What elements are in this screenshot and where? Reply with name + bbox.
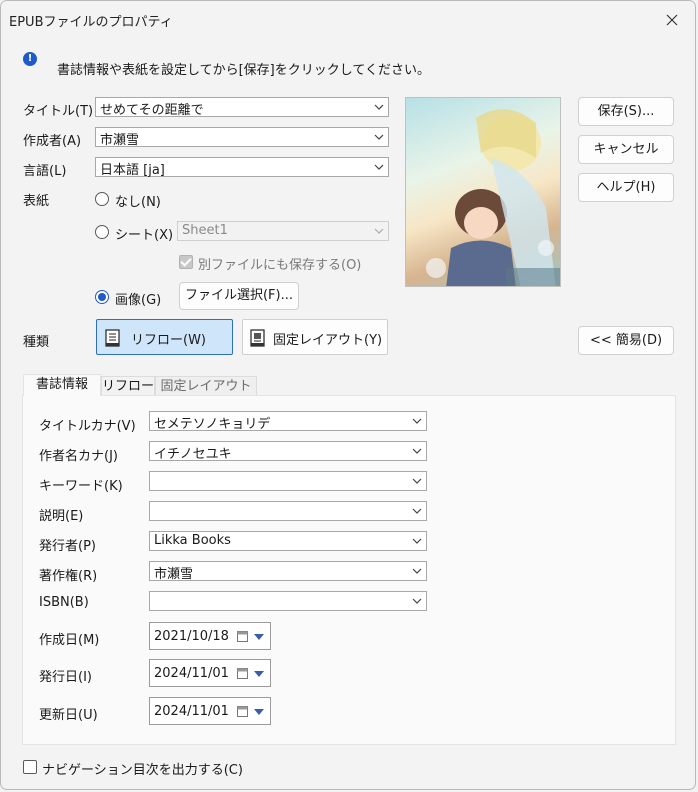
- updated-date-label: 更新日(U): [39, 708, 98, 723]
- save-separate-label: 別ファイルにも保存する(O): [198, 258, 362, 273]
- publisher-combobox[interactable]: Likka Books: [149, 531, 427, 551]
- info-message: 書誌情報や表紙を設定してから[保存]をクリックしてください。: [57, 63, 430, 78]
- chevron-down-icon: [374, 164, 384, 170]
- fixed-layout-book-icon: [250, 329, 265, 347]
- language-label: 言語(L): [23, 164, 67, 179]
- chevron-down-icon: [412, 568, 422, 574]
- title-bar: EPUBファイルのプロパティ: [1, 1, 695, 39]
- cover-illustration: [426, 109, 560, 286]
- cover-preview-image: [405, 97, 561, 287]
- title-kana-label: タイトルカナ(V): [39, 419, 136, 434]
- chevron-down-icon: [254, 671, 264, 677]
- save-separate-checkbox[interactable]: [179, 255, 193, 269]
- description-label: 説明(E): [39, 509, 84, 524]
- properties-dialog: EPUBファイルのプロパティ ! 書誌情報や表紙を設定してから[保存]をクリック…: [0, 0, 696, 790]
- chevron-down-icon: [374, 134, 384, 140]
- reflow-label: リフロー(W): [131, 333, 206, 348]
- title-label: タイトル(T): [23, 104, 94, 119]
- close-button[interactable]: [649, 1, 695, 39]
- calendar-icon: [237, 668, 248, 679]
- publisher-value: Likka Books: [154, 533, 231, 548]
- author-combobox[interactable]: 市瀬雪: [95, 127, 389, 148]
- fixed-layout-toggle[interactable]: 固定レイアウト(Y): [242, 319, 388, 355]
- copyright-value: 市瀬雪: [154, 567, 194, 582]
- nav-toc-label[interactable]: ナビゲーション目次を出力する(C): [42, 759, 243, 778]
- created-date-label: 作成日(M): [39, 633, 100, 648]
- title-kana-combobox[interactable]: セメテソノキョリデ: [149, 411, 427, 432]
- cover-image-label[interactable]: 画像(G): [115, 289, 161, 308]
- chevron-down-icon: [412, 508, 422, 514]
- window-title: EPUBファイルのプロパティ: [9, 15, 173, 30]
- updated-date-value: 2024/11/01: [154, 704, 229, 719]
- keyword-combobox[interactable]: [149, 471, 427, 491]
- publisher-label: 発行者(P): [39, 539, 96, 554]
- keyword-label: キーワード(K): [39, 479, 123, 494]
- select-file-button[interactable]: ファイル選択(F)...: [179, 282, 299, 310]
- kind-label: 種類: [23, 335, 50, 350]
- published-date-value: 2024/11/01: [154, 666, 229, 681]
- cover-image-radio[interactable]: [95, 290, 109, 304]
- author-label: 作成者(A): [23, 134, 82, 149]
- author-kana-value: イチノセユキ: [154, 447, 232, 462]
- copyright-label: 著作権(R): [39, 569, 98, 584]
- cover-none-radio[interactable]: [95, 192, 109, 206]
- language-combobox[interactable]: 日本語 [ja]: [95, 157, 389, 178]
- reflow-book-icon: [105, 329, 120, 347]
- created-date-value: 2021/10/18: [154, 629, 229, 644]
- published-date-label: 発行日(I): [39, 670, 92, 685]
- cancel-button[interactable]: キャンセル: [578, 135, 674, 164]
- chevron-down-icon: [374, 228, 384, 234]
- simple-mode-button[interactable]: << 簡易(D): [578, 326, 674, 355]
- cover-sheet-radio[interactable]: [95, 225, 109, 239]
- author-kana-combobox[interactable]: イチノセユキ: [149, 441, 427, 462]
- chevron-down-icon: [412, 598, 422, 604]
- isbn-label: ISBN(B): [39, 595, 89, 610]
- calendar-icon: [237, 706, 248, 717]
- author-kana-label: 作者名カナ(J): [39, 449, 118, 464]
- copyright-combobox[interactable]: 市瀬雪: [149, 561, 427, 582]
- chevron-down-icon: [412, 538, 422, 544]
- description-combobox[interactable]: [149, 501, 427, 521]
- reflow-toggle[interactable]: リフロー(W): [96, 319, 233, 355]
- title-combobox[interactable]: せめてその距離で: [95, 97, 389, 118]
- title-value: せめてその距離で: [100, 103, 204, 118]
- nav-toc-checkbox[interactable]: [23, 760, 37, 774]
- tab-biblio[interactable]: 書誌情報: [23, 374, 101, 396]
- calendar-icon: [237, 631, 248, 642]
- chevron-down-icon: [254, 709, 264, 715]
- chevron-down-icon: [412, 478, 422, 484]
- isbn-combobox[interactable]: [149, 591, 427, 611]
- tab-reflow[interactable]: リフロー: [101, 376, 155, 396]
- cover-sheet-label[interactable]: シート(X): [115, 224, 173, 243]
- chevron-down-icon: [412, 448, 422, 454]
- cover-label: 表紙: [23, 194, 50, 209]
- chevron-down-icon: [412, 418, 422, 424]
- language-value: 日本語 [ja]: [100, 163, 165, 178]
- cover-none-label[interactable]: なし(N): [115, 191, 161, 210]
- chevron-down-icon: [254, 634, 264, 640]
- tab-fixed-layout[interactable]: 固定レイアウト: [155, 376, 257, 396]
- updated-date-picker[interactable]: 2024/11/01: [149, 697, 271, 725]
- info-icon: !: [23, 52, 37, 66]
- close-icon: [666, 14, 678, 26]
- chevron-down-icon: [374, 104, 384, 110]
- created-date-picker[interactable]: 2021/10/18: [149, 622, 271, 650]
- sheet-combobox[interactable]: Sheet1: [177, 221, 389, 241]
- fixed-layout-label: 固定レイアウト(Y): [273, 333, 383, 348]
- published-date-picker[interactable]: 2024/11/01: [149, 659, 271, 687]
- save-button[interactable]: 保存(S)...: [578, 97, 674, 126]
- sheet-value: Sheet1: [182, 223, 228, 238]
- title-kana-value: セメテソノキョリデ: [154, 417, 271, 432]
- help-button[interactable]: ヘルプ(H): [578, 173, 674, 202]
- author-value: 市瀬雪: [100, 133, 140, 148]
